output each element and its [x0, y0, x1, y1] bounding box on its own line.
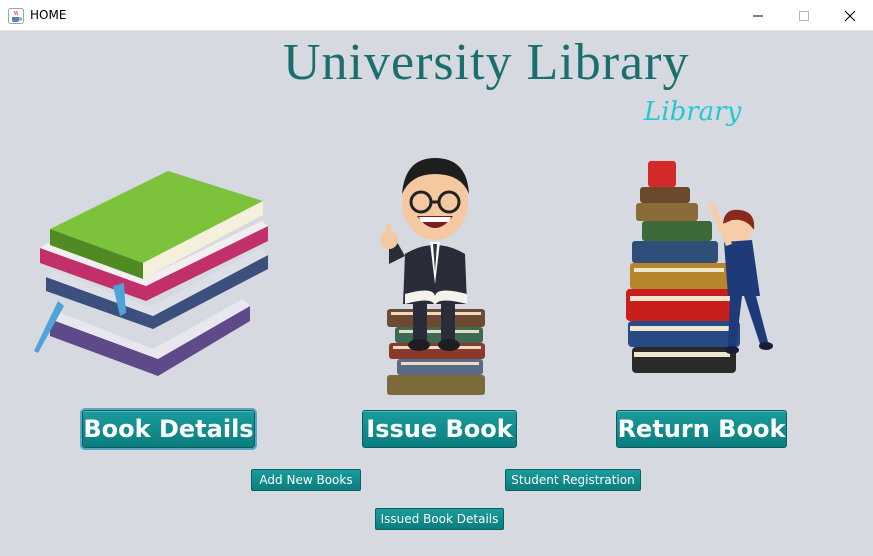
window-title: HOME	[30, 8, 67, 22]
maximize-button[interactable]	[781, 0, 827, 31]
minimize-button[interactable]	[735, 0, 781, 31]
page-subtitle: Library	[644, 97, 742, 127]
book-details-button[interactable]: Book Details	[82, 410, 255, 448]
girl-with-books-image	[626, 161, 773, 373]
reader-on-books-image	[380, 158, 485, 395]
minimize-icon	[753, 15, 763, 16]
maximize-icon	[799, 10, 809, 21]
issued-book-details-button[interactable]: Issued Book Details	[375, 508, 504, 530]
close-button[interactable]	[827, 0, 873, 31]
student-registration-button[interactable]: Student Registration	[505, 469, 641, 491]
return-book-button[interactable]: Return Book	[616, 410, 787, 448]
issue-book-button[interactable]: Issue Book	[362, 410, 517, 448]
window-titlebar: HOME	[0, 0, 873, 31]
home-panel: University Library Library Book Details …	[0, 31, 873, 556]
add-new-books-button[interactable]: Add New Books	[251, 469, 361, 491]
book-stack-image	[34, 171, 268, 376]
page-title: University Library	[283, 34, 690, 91]
close-icon	[844, 10, 856, 21]
java-cup-icon	[8, 8, 24, 24]
